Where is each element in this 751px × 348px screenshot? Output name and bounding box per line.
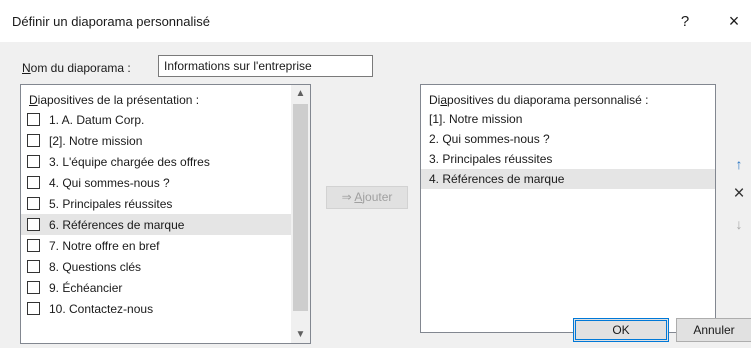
- custom-show-slides-list[interactable]: Diapositives du diaporama personnalisé :…: [420, 84, 716, 333]
- custom-show-dialog: Définir un diaporama personnalisé ? × No…: [0, 0, 751, 348]
- close-icon[interactable]: ×: [717, 8, 751, 34]
- slide-list-item[interactable]: 8. Questions clés: [21, 256, 292, 277]
- slide-checkbox[interactable]: [27, 260, 40, 273]
- custom-show-slides-header-text: positives du diaporama personnalisé :: [447, 93, 649, 107]
- slide-checkbox[interactable]: [27, 218, 40, 231]
- slide-checkbox[interactable]: [27, 134, 40, 147]
- custom-slide-label: 2. Qui sommes-nous ?: [429, 132, 550, 146]
- slide-label: 5. Principales réussites: [49, 197, 173, 211]
- slide-label: 9. Échéancier: [49, 281, 123, 295]
- slide-checkbox[interactable]: [27, 197, 40, 210]
- slide-checkbox[interactable]: [27, 176, 40, 189]
- slide-label: 6. Références de marque: [49, 218, 185, 232]
- slide-label: 7. Notre offre en bref: [49, 239, 160, 253]
- cancel-button[interactable]: Annuler: [676, 318, 751, 342]
- slide-label: 8. Questions clés: [49, 260, 142, 274]
- presentation-slides-header-accesskey: D: [29, 93, 38, 107]
- title-bar: Définir un diaporama personnalisé ? ×: [0, 0, 751, 42]
- dialog-title: Définir un diaporama personnalisé: [12, 14, 211, 29]
- custom-show-slides-header: Diapositives du diaporama personnalisé :: [429, 93, 648, 107]
- custom-slide-label: [1]. Notre mission: [429, 112, 523, 126]
- add-button[interactable]: ⇒ Ajouter: [326, 186, 408, 209]
- presentation-slides-items: 1. A. Datum Corp. [2]. Notre mission 3. L'…: [21, 109, 310, 319]
- slide-checkbox[interactable]: [27, 302, 40, 315]
- show-name-label: Nom du diaporama :: [22, 61, 131, 75]
- custom-show-slides-header-start: Di: [429, 93, 441, 107]
- delete-x-icon[interactable]: ×: [727, 183, 751, 205]
- custom-slide-list-item[interactable]: 3. Principales réussites: [421, 149, 715, 169]
- slide-checkbox[interactable]: [27, 155, 40, 168]
- slide-list-item[interactable]: 10. Contactez-nous: [21, 298, 292, 319]
- slide-list-item[interactable]: 4. Qui sommes-nous ?: [21, 172, 292, 193]
- custom-slide-list-item[interactable]: 2. Qui sommes-nous ?: [421, 129, 715, 149]
- slide-list-item[interactable]: [2]. Notre mission: [21, 130, 292, 151]
- slide-label: 1. A. Datum Corp.: [49, 113, 145, 127]
- slide-checkbox[interactable]: [27, 239, 40, 252]
- vertical-scrollbar[interactable]: ▲ ▼: [291, 85, 310, 343]
- custom-slide-list-item[interactable]: [1]. Notre mission: [421, 109, 715, 129]
- slide-list-item[interactable]: 3. L'équipe chargée des offres: [21, 151, 292, 172]
- cancel-button-label: Annuler: [693, 323, 735, 337]
- slide-list-item[interactable]: 7. Notre offre en bref: [21, 235, 292, 256]
- custom-slide-label: 3. Principales réussites: [429, 152, 553, 166]
- add-button-label: jouter: [362, 190, 393, 204]
- slide-list-item[interactable]: 5. Principales réussites: [21, 193, 292, 214]
- ok-button-focus-ring: [575, 320, 667, 340]
- presentation-slides-list[interactable]: Diapositives de la présentation : 1. A. …: [20, 84, 311, 344]
- presentation-slides-header: Diapositives de la présentation :: [29, 93, 199, 107]
- ok-button[interactable]: OK: [573, 318, 669, 342]
- slide-label: 4. Qui sommes-nous ?: [49, 176, 170, 190]
- help-button[interactable]: ?: [670, 10, 700, 34]
- show-name-input[interactable]: Informations sur l'entreprise: [158, 55, 373, 77]
- slide-checkbox[interactable]: [27, 113, 40, 126]
- arrow-down-icon: ↓: [735, 216, 743, 232]
- presentation-slides-header-text: iapositives de la présentation :: [37, 93, 200, 107]
- custom-slide-list-item[interactable]: 4. Références de marque: [421, 169, 715, 189]
- show-name-label-text: om du diaporama :: [30, 61, 131, 75]
- custom-slide-label: 4. Références de marque: [429, 172, 565, 186]
- slide-label: [2]. Notre mission: [49, 134, 143, 148]
- slide-list-item[interactable]: 6. Références de marque: [21, 214, 292, 235]
- slide-checkbox[interactable]: [27, 281, 40, 294]
- slide-list-item[interactable]: 1. A. Datum Corp.: [21, 109, 292, 130]
- scroll-up-icon[interactable]: ▲: [291, 85, 310, 102]
- arrow-up-icon[interactable]: ↑: [727, 153, 751, 175]
- scroll-thumb[interactable]: [293, 104, 308, 311]
- slide-label: 3. L'équipe chargée des offres: [49, 155, 210, 169]
- custom-show-slides-items: [1]. Notre mission 2. Qui sommes-nous ? 3.…: [421, 109, 715, 189]
- slide-list-item[interactable]: 9. Échéancier: [21, 277, 292, 298]
- slide-label: 10. Contactez-nous: [49, 302, 154, 316]
- scroll-down-icon[interactable]: ▼: [291, 326, 310, 343]
- show-name-label-accesskey: N: [22, 61, 31, 75]
- add-arrow-icon: ⇒: [341, 190, 352, 204]
